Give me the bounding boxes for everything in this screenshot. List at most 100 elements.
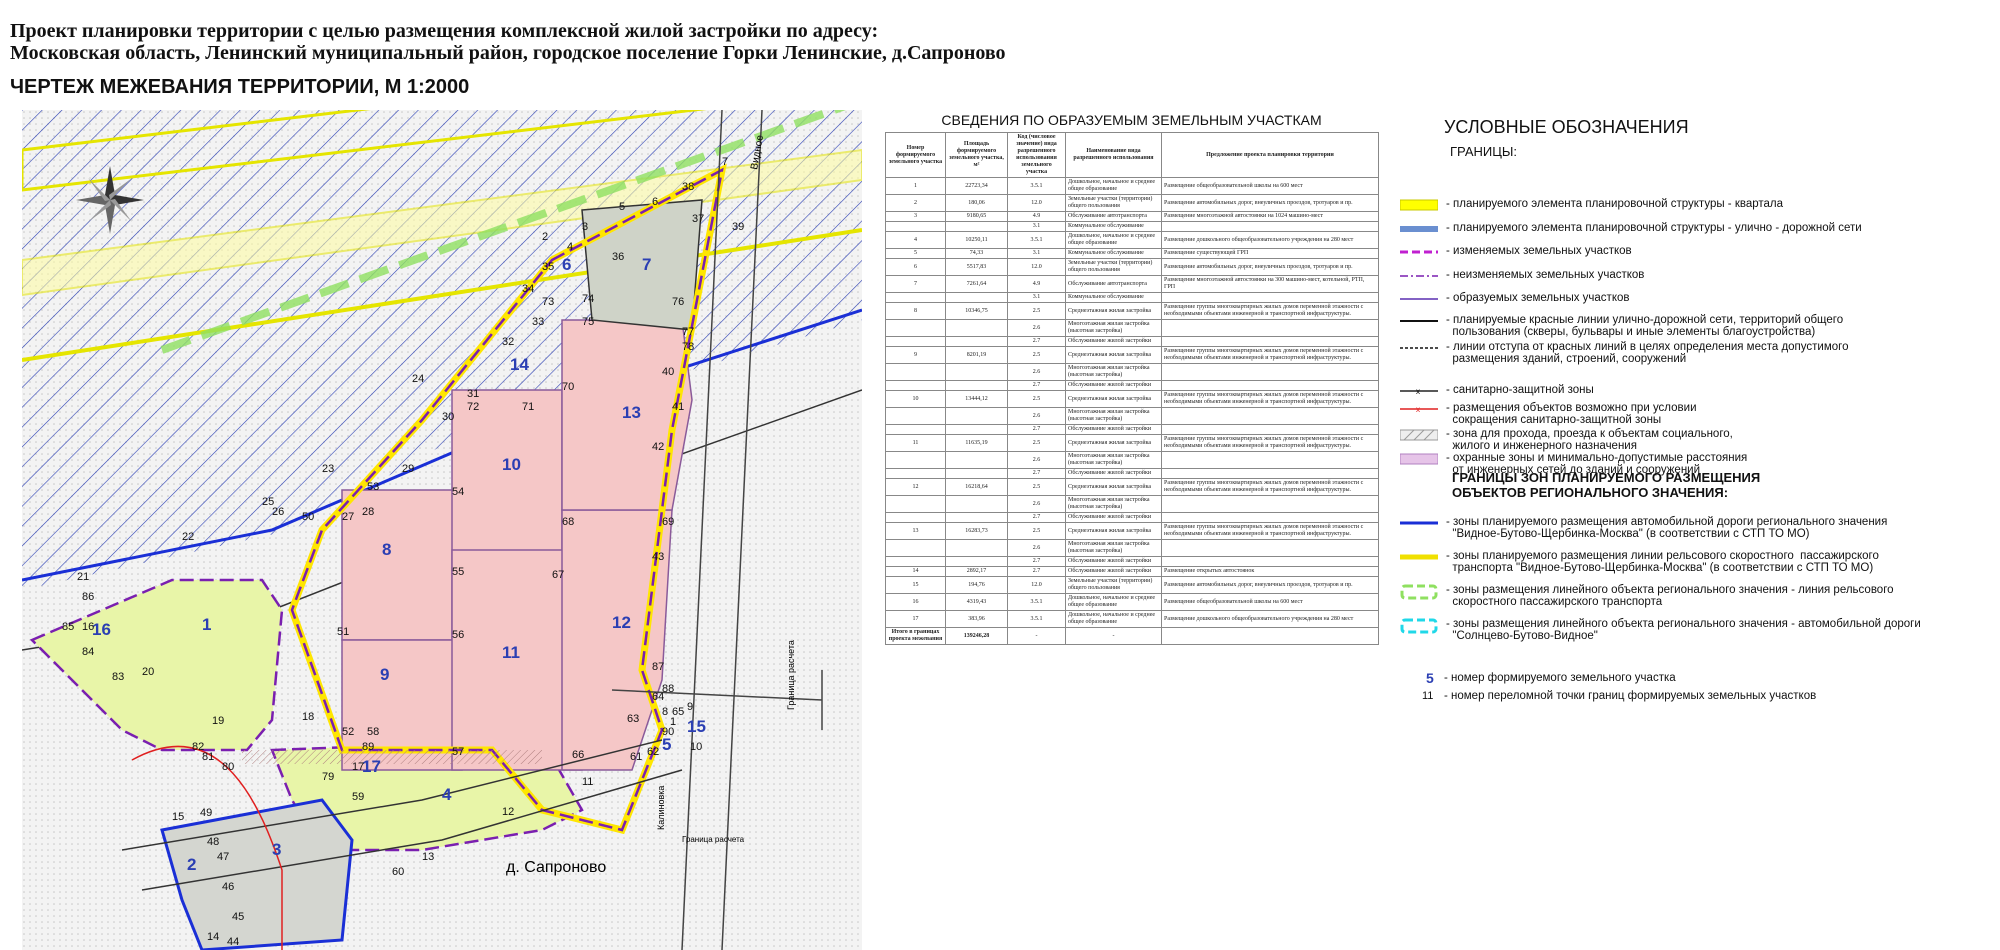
table-cell-prop: Размещение дошкольного общеобразовательн… <box>1161 610 1379 628</box>
table-cell-name: Коммунальное обслуживание <box>1065 248 1162 259</box>
table-cell-code: 12.0 <box>1007 258 1066 276</box>
table-cell-prop <box>1161 512 1379 523</box>
turning-point-number: 52 <box>342 726 354 738</box>
table-cell-area <box>945 468 1008 479</box>
table-cell-name: Дошкольное, начальное и среднее общее об… <box>1065 610 1162 628</box>
turning-point-number: 44 <box>227 936 239 948</box>
table-cell-code: 3.5.1 <box>1007 610 1066 628</box>
parcel-number[interactable]: 10 <box>502 455 521 474</box>
parcel-number[interactable]: 1 <box>202 615 211 634</box>
table-cell-area: 11635,19 <box>945 434 1008 452</box>
legend-symbol-icon <box>1400 269 1438 286</box>
parcel-number-sample: 5 <box>1426 670 1434 686</box>
table-total-row: Итого в границах проекта межевания 13924… <box>885 627 1379 645</box>
table-row: 2.7 Обслуживание жилой застройки <box>885 336 1379 347</box>
turning-point-number: 87 <box>652 661 664 673</box>
table-cell-prop: Размещение автомобильных дорог, внеуличн… <box>1161 258 1379 276</box>
parcel-number[interactable]: 17 <box>362 757 381 776</box>
total-proposal <box>1161 627 1379 645</box>
turning-point-number: 15 <box>172 811 184 823</box>
table-cell-n: 3 <box>885 211 946 222</box>
parcel-number[interactable]: 8 <box>382 540 391 559</box>
table-cell-code: 2.5 <box>1007 302 1066 320</box>
turning-point-number: 85 <box>62 621 74 633</box>
table-cell-n <box>885 539 946 557</box>
table-cell-name: Многоэтажная жилая застройка (высотная з… <box>1065 407 1162 425</box>
table-cell-code: 2.6 <box>1007 539 1066 557</box>
table-cell-prop <box>1161 539 1379 557</box>
table-cell-prop <box>1161 292 1379 303</box>
table-cell-area <box>945 407 1008 425</box>
parcel-number[interactable]: 4 <box>442 785 452 804</box>
turning-point-number: 31 <box>467 388 479 400</box>
table-cell-prop: Размещение группы многоквартирных жилых … <box>1161 390 1379 408</box>
turning-point-number: 34 <box>522 283 534 295</box>
turning-point-number: 69 <box>662 516 674 528</box>
table-cell-prop <box>1161 451 1379 469</box>
table-cell-name: Среднеэтажная жилая застройка <box>1065 390 1162 408</box>
table-cell-code: 4.9 <box>1007 211 1066 222</box>
table-cell-prop: Размещение существующей ГРП <box>1161 248 1379 259</box>
parcel-number[interactable]: 6 <box>562 255 571 274</box>
table-cell-area: 2892,17 <box>945 566 1008 577</box>
table-row: 2.7 Обслуживание жилой застройки <box>885 556 1379 567</box>
table-cell-n: 16 <box>885 593 946 611</box>
turning-point-number: 72 <box>467 401 479 413</box>
table-cell-name: Земельные участки (территории) общего по… <box>1065 194 1162 212</box>
parcel-number[interactable]: 3 <box>272 840 281 859</box>
table-cell-code: 2.5 <box>1007 478 1066 496</box>
table-row: 3.1 Коммунальное обслуживание <box>885 221 1379 232</box>
table-row: 2.6 Многоэтажная жилая застройка (высотна… <box>885 451 1379 469</box>
table-cell-prop: Размещение общеобразовательной школы на … <box>1161 177 1379 195</box>
table-cell-code: 3.1 <box>1007 292 1066 303</box>
table-cell-name: Обслуживание автотранспорта <box>1065 211 1162 222</box>
legend-item-label: - планируемые красные линии улично-дорож… <box>1446 314 1844 338</box>
table-row: 8 10346,75 2.5 Среднеэтажная жилая застройк… <box>885 302 1379 320</box>
table-cell-area <box>945 380 1008 391</box>
turning-point-number: 14 <box>207 931 219 943</box>
parcel-number[interactable]: 9 <box>380 665 389 684</box>
legend-symbol-icon <box>1400 516 1438 533</box>
col-code: Код (числовое значение) вида разрешенног… <box>1007 132 1066 178</box>
turning-point-number: 24 <box>412 373 424 385</box>
turning-point-number: 27 <box>342 511 354 523</box>
legend: УСЛОВНЫЕ ОБОЗНАЧЕНИЯ ГРАНИЦЫ: - планируе… <box>1398 112 1993 702</box>
table-cell-prop: Размещение автомобильных дорог, внеуличн… <box>1161 576 1379 594</box>
col-proposal: Предложение проекта планировки территори… <box>1161 132 1379 178</box>
turning-point-number: 7 <box>722 156 728 168</box>
legend-symbol-icon <box>1400 550 1438 567</box>
parcel-number[interactable]: 16 <box>92 620 111 639</box>
table-cell-code: 3.1 <box>1007 221 1066 232</box>
parcel-number[interactable]: 11 <box>502 643 520 662</box>
table-cell-prop: Размещение группы многоквартирных жилых … <box>1161 478 1379 496</box>
turning-point-number: 3 <box>582 221 588 233</box>
table-cell-n: 4 <box>885 231 946 249</box>
table-cell-prop: Размещение дошкольного общеобразовательн… <box>1161 231 1379 249</box>
table-cell-n <box>885 495 946 513</box>
table-cell-code: 2.6 <box>1007 319 1066 337</box>
table-cell-n <box>885 221 946 232</box>
survey-map[interactable]: 1 2 3 4 5 6 7 8 9 10 11 12 13 14 15 16 17 1 2 3 4 5 6 7 8 9 10 11 1… <box>22 110 862 950</box>
table-row: 4 10250,11 3.5.1 Дошкольное, начальное и ср… <box>885 231 1379 249</box>
turning-point-number: 29 <box>402 463 414 475</box>
parcel-number[interactable]: 2 <box>187 855 196 874</box>
table-row: 2.6 Многоэтажная жилая застройка (высотна… <box>885 407 1379 425</box>
turning-point-number: 41 <box>672 401 684 413</box>
table-cell-area <box>945 512 1008 523</box>
parcel-number[interactable]: 13 <box>622 403 641 422</box>
table-cell-n: 12 <box>885 478 946 496</box>
parcel-number[interactable]: 12 <box>612 613 631 632</box>
parcels-table: Номер формируемого земельного участка Пл… <box>885 132 1379 645</box>
legend-symbol-icon: x <box>1400 384 1438 401</box>
parcel-number[interactable]: 7 <box>642 255 651 274</box>
turning-point-number: 4 <box>567 241 573 253</box>
table-cell-n <box>885 380 946 391</box>
table-cell-area: 16218,64 <box>945 478 1008 496</box>
table-cell-n <box>885 407 946 425</box>
table-cell-code: 3.5.1 <box>1007 593 1066 611</box>
table-cell-area <box>945 539 1008 557</box>
turning-point-number: 39 <box>732 221 744 233</box>
parcel-number[interactable]: 15 <box>687 717 706 736</box>
legend-symbol-icon <box>1399 452 1439 469</box>
parcel-number[interactable]: 14 <box>510 355 529 374</box>
